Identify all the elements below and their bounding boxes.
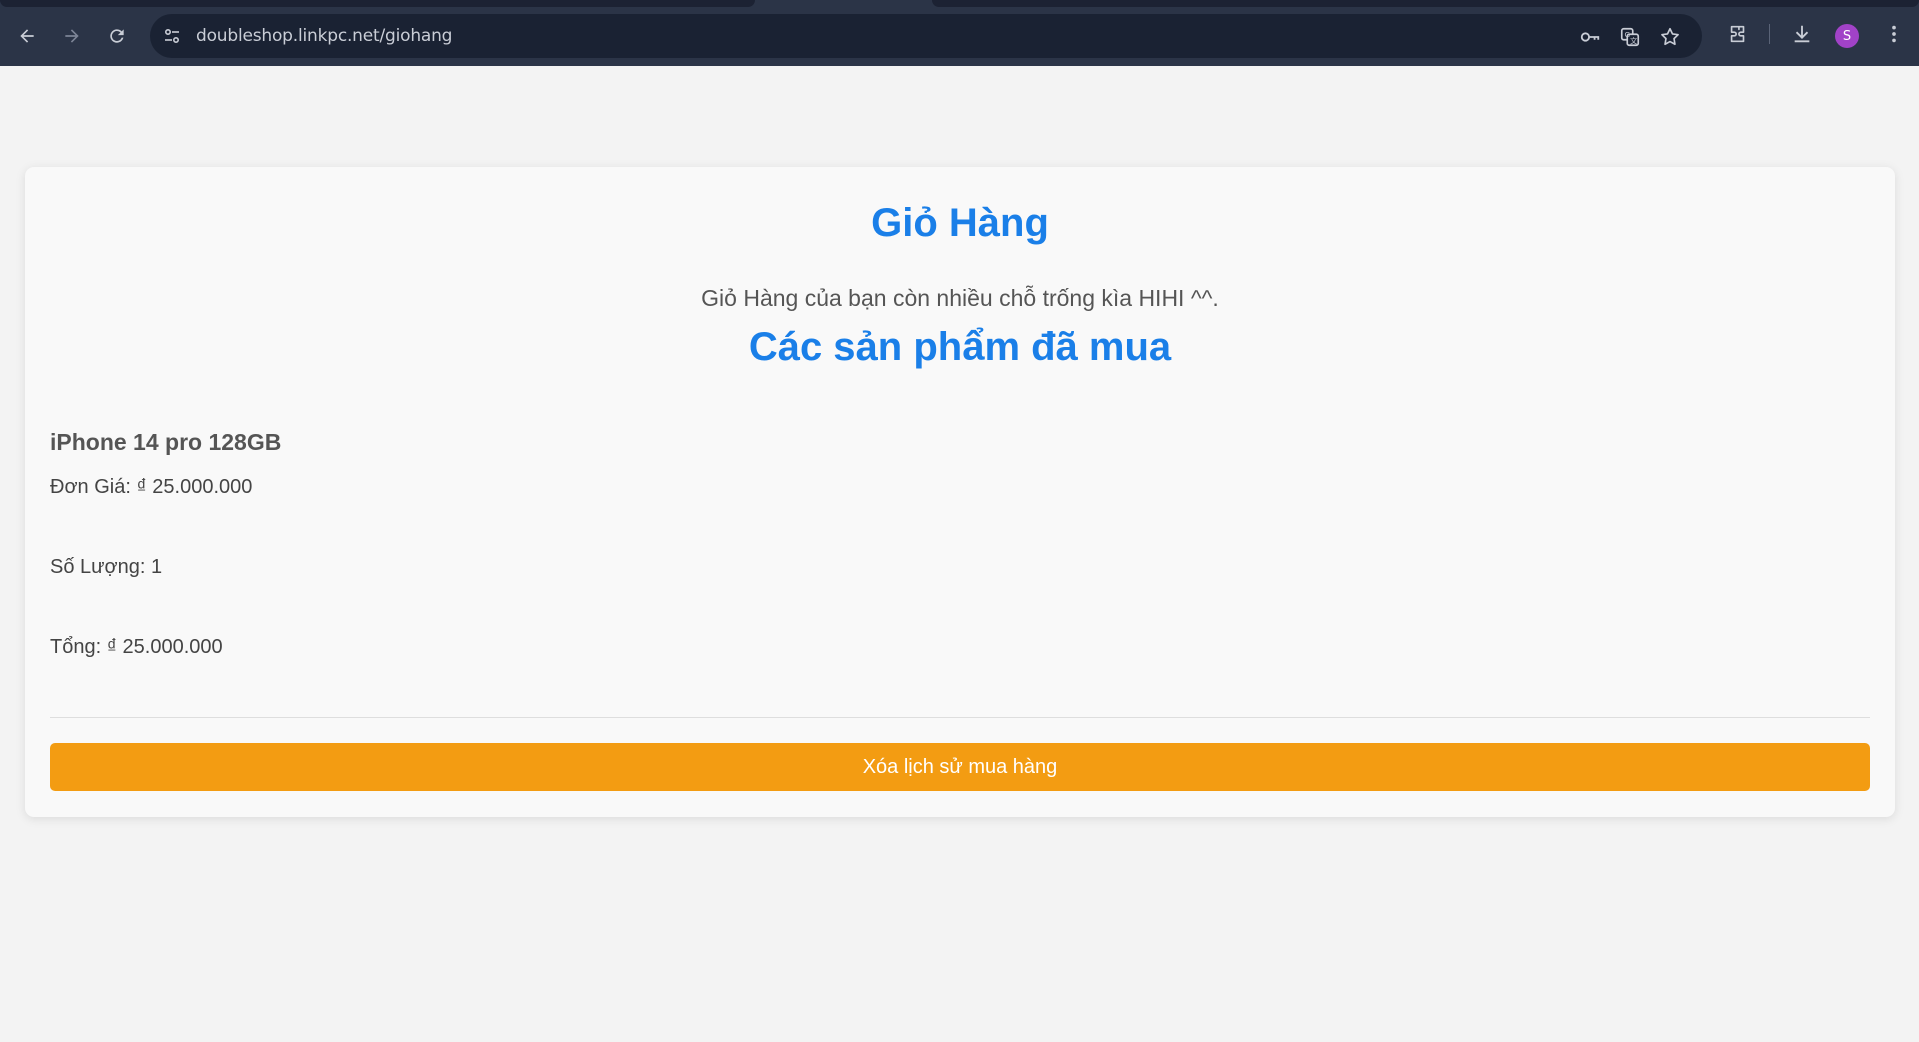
product-quantity: Số Lượng: 1 bbox=[50, 556, 163, 578]
forward-arrow-icon bbox=[65, 29, 79, 43]
forward-button[interactable] bbox=[56, 20, 88, 52]
purchased-product-item: iPhone 14 pro 128GB Đơn Giá: ₫ 25.000.00… bbox=[50, 427, 1870, 715]
extensions-button[interactable] bbox=[1726, 22, 1750, 46]
product-unit-price: Đơn Giá: ₫ 25.000.000 bbox=[50, 476, 253, 498]
password-key-button[interactable] bbox=[1579, 26, 1601, 48]
tab-inactive-right[interactable] bbox=[932, 0, 1919, 7]
site-settings-icon[interactable] bbox=[162, 26, 182, 46]
back-button[interactable] bbox=[11, 20, 43, 52]
translate-button[interactable]: G文 bbox=[1619, 26, 1641, 48]
back-arrow-icon bbox=[20, 29, 34, 43]
bookmark-button[interactable] bbox=[1659, 26, 1681, 48]
tab-inactive-left[interactable] bbox=[0, 0, 755, 7]
address-bar[interactable]: doubleshop.linkpc.net/giohang G文 bbox=[150, 14, 1702, 58]
reload-icon bbox=[110, 29, 124, 43]
product-name: iPhone 14 pro 128GB bbox=[50, 429, 282, 455]
bookmark-star-icon bbox=[1661, 27, 1679, 46]
purchased-products-heading: Các sản phẩm đã mua bbox=[748, 325, 1172, 369]
password-key-icon bbox=[1580, 32, 1600, 42]
translate-icon: G文 bbox=[1620, 27, 1640, 47]
download-icon bbox=[1794, 25, 1810, 43]
page-title: Giỏ Hàng bbox=[871, 201, 1049, 245]
browser-toolbar: doubleshop.linkpc.net/giohang G文 S bbox=[0, 0, 1919, 66]
cart-empty-message: Giỏ Hàng của bạn còn nhiều chỗ trống kìa… bbox=[701, 285, 1219, 311]
divider bbox=[50, 717, 1870, 718]
svg-text:文: 文 bbox=[1630, 36, 1638, 45]
browser-menu-button[interactable] bbox=[1882, 22, 1906, 46]
extensions-icon bbox=[1730, 25, 1745, 43]
profile-avatar[interactable]: S bbox=[1835, 24, 1859, 48]
cart-card: Giỏ Hàng Giỏ Hàng của bạn còn nhiều chỗ … bbox=[25, 167, 1895, 817]
reload-button[interactable] bbox=[101, 20, 133, 52]
tab-strip bbox=[0, 0, 1919, 8]
downloads-button[interactable] bbox=[1790, 22, 1814, 46]
product-total: Tổng: ₫ 25.000.000 bbox=[50, 636, 223, 658]
clear-purchase-history-button[interactable]: Xóa lịch sử mua hàng bbox=[50, 743, 1870, 791]
menu-kebab-icon bbox=[1892, 25, 1896, 43]
toolbar-divider bbox=[1769, 24, 1770, 44]
url-text[interactable]: doubleshop.linkpc.net/giohang bbox=[196, 26, 452, 46]
